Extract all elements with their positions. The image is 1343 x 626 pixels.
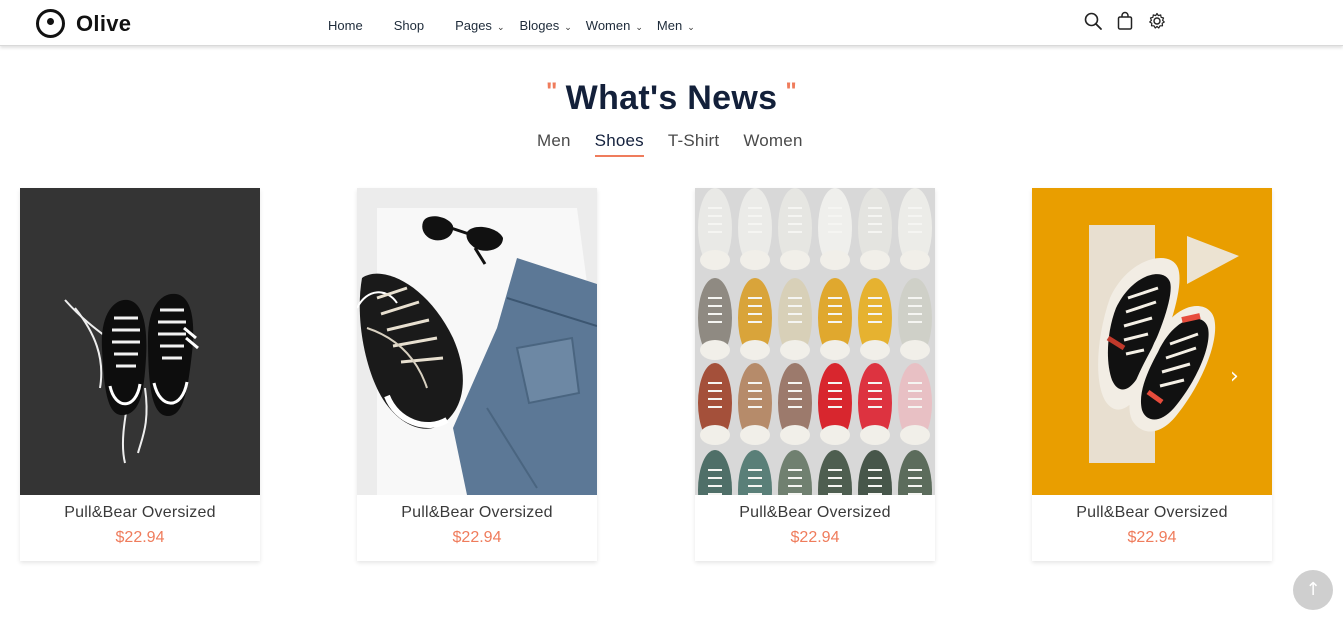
nav-item-label: Shop — [393, 18, 425, 33]
product-image-black-sneakers[interactable] — [20, 188, 260, 495]
nav-item-shop[interactable]: Shop — [394, 18, 424, 33]
chevron-down-icon: ⌄ — [635, 21, 643, 32]
product-image-sneakers-yellow[interactable]: › — [1032, 188, 1272, 495]
header-actions — [1083, 11, 1179, 31]
product-title[interactable]: Pull&Bear Oversized — [1032, 504, 1272, 522]
search-icon[interactable] — [1083, 11, 1103, 31]
nav-item-label: Home — [328, 18, 363, 33]
tab-men[interactable]: Men — [537, 131, 571, 157]
tab-t-shirt[interactable]: T-Shirt — [668, 131, 719, 157]
settings-icon[interactable] — [1147, 11, 1167, 31]
nav-item-label: Men — [656, 18, 683, 33]
product-card[interactable]: Pull&Bear Oversized $22.94 — [357, 188, 597, 561]
nav-item-label: Women — [585, 18, 631, 33]
product-title[interactable]: Pull&Bear Oversized — [695, 504, 935, 522]
quote-mark-close: " — [785, 78, 798, 105]
tab-women[interactable]: Women — [743, 131, 802, 157]
quote-mark-open: " — [545, 78, 558, 105]
category-tabs: Men Shoes T-Shirt Women — [537, 131, 803, 157]
main-nav: Home Shop Pages ⌄ Bloges ⌄ Women ⌄ Men ⌄ — [328, 18, 695, 33]
tab-shoes[interactable]: Shoes — [594, 131, 644, 157]
product-title[interactable]: Pull&Bear Oversized — [357, 504, 597, 522]
shopping-bag-icon[interactable] — [1115, 11, 1135, 31]
carousel-next-icon[interactable]: › — [1230, 364, 1239, 389]
nav-item-men[interactable]: Men ⌄ — [657, 18, 695, 33]
scroll-to-top-button[interactable]: ↑ — [1293, 570, 1333, 610]
logo-icon — [36, 9, 65, 38]
nav-item-home[interactable]: Home — [328, 18, 363, 33]
nav-item-label: Pages — [455, 18, 492, 33]
chevron-down-icon: ⌄ — [687, 21, 695, 32]
site-header: Olive Home Shop Pages ⌄ Bloges ⌄ Women ⌄… — [0, 0, 1343, 46]
product-image-colored-shoes[interactable] — [695, 188, 935, 495]
brand-logo[interactable]: Olive — [36, 9, 131, 38]
product-price: $22.94 — [452, 529, 502, 546]
nav-item-label: Bloges — [519, 18, 560, 33]
product-price: $22.94 — [1127, 529, 1177, 546]
section-title-text: What's News — [565, 79, 778, 117]
product-card[interactable]: › Pull&Bear Oversized $22.94 — [1032, 188, 1272, 561]
arrow-up-icon: ↑ — [1305, 579, 1321, 600]
product-card[interactable]: Pull&Bear Oversized $22.94 — [695, 188, 935, 561]
chevron-down-icon: ⌄ — [564, 21, 572, 32]
section-title: " What's News " — [0, 78, 1343, 118]
nav-item-bloges[interactable]: Bloges ⌄ — [519, 18, 571, 33]
nav-item-women[interactable]: Women ⌄ — [586, 18, 643, 33]
product-price: $22.94 — [115, 529, 165, 546]
product-title[interactable]: Pull&Bear Oversized — [20, 504, 260, 522]
chevron-down-icon: ⌄ — [496, 21, 505, 32]
nav-item-pages[interactable]: Pages ⌄ — [455, 18, 504, 33]
brand-name: Olive — [76, 10, 132, 36]
product-image-sneakers-jeans[interactable] — [357, 188, 597, 495]
product-card[interactable]: Pull&Bear Oversized $22.94 — [20, 188, 260, 561]
product-price: $22.94 — [790, 529, 840, 546]
